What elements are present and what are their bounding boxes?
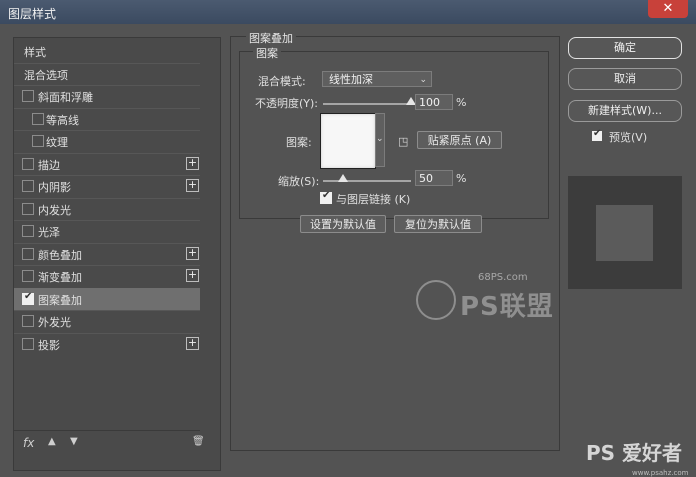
style-item[interactable]: 描边 + [14, 153, 200, 175]
new-preset-icon[interactable]: ◳ [398, 135, 408, 148]
style-preview [568, 176, 682, 289]
style-item-label: 描边 [38, 158, 60, 172]
scale-slider[interactable] [323, 180, 411, 182]
move-down-icon[interactable]: ▼ [70, 436, 78, 447]
link-with-layer-label: 与图层链接 (K) [336, 193, 411, 206]
preview-label: 预览(V) [609, 131, 648, 144]
style-item-label: 外发光 [38, 316, 71, 329]
trash-icon[interactable]: 🗑 [192, 436, 205, 447]
style-item-label: 纹理 [46, 136, 68, 149]
blend-mode-select[interactable]: 线性加深 ⌄ [322, 71, 432, 87]
preview-checkbox[interactable] [592, 128, 602, 141]
style-item[interactable]: 等高线 [14, 108, 200, 130]
style-item-checkbox[interactable] [22, 247, 34, 260]
scale-percent: % [456, 172, 467, 185]
style-item-label: 渐变叠加 [38, 271, 82, 284]
style-item-checkbox[interactable] [22, 157, 34, 170]
add-style-icon[interactable]: + [186, 269, 199, 282]
style-item[interactable]: 纹理 [14, 130, 200, 152]
style-item[interactable]: 渐变叠加 + [14, 265, 200, 287]
style-item-label: 颜色叠加 [38, 248, 82, 262]
reset-default-button[interactable]: 复位为默认值 [394, 215, 482, 233]
style-item-label: 等高线 [46, 113, 79, 127]
style-item-label: 图案叠加 [38, 293, 82, 307]
style-item[interactable]: 投影 + [14, 333, 200, 355]
cancel-button[interactable]: 取消 [568, 68, 682, 90]
style-item-label: 样式 [24, 46, 46, 59]
style-item[interactable]: 内阴影 + [14, 175, 200, 197]
watermark-bottom: PS 爱好者 [586, 441, 683, 465]
blend-mode-value: 线性加深 [329, 73, 373, 86]
style-item-checkbox[interactable] [22, 202, 34, 215]
style-item-checkbox[interactable] [22, 291, 34, 305]
pattern-subgroup-title: 图案 [253, 45, 281, 61]
style-item[interactable]: 颜色叠加 + [14, 243, 200, 265]
style-item-label: 斜面和浮雕 [38, 91, 93, 104]
blend-mode-label: 混合模式: [258, 75, 306, 88]
opacity-input[interactable]: 100 [415, 94, 453, 110]
style-item-checkbox[interactable] [22, 270, 34, 282]
scale-slider-thumb[interactable] [337, 174, 348, 182]
style-item[interactable]: 样式 [14, 40, 200, 62]
fx-icon[interactable]: fx [23, 436, 34, 450]
style-list-footer: fx ▲ ▼ 🗑 [14, 430, 205, 457]
close-button[interactable]: ✕ [648, 0, 688, 18]
opacity-slider[interactable] [323, 103, 411, 105]
add-style-icon[interactable]: + [186, 156, 199, 170]
scale-input[interactable]: 50 [415, 170, 453, 186]
style-item-checkbox[interactable] [32, 135, 44, 147]
style-item[interactable]: 光泽 [14, 220, 200, 242]
link-with-layer-checkbox[interactable]: 与图层链接 (K) [311, 187, 431, 209]
new-style-button[interactable]: 新建样式(W)... [568, 100, 682, 122]
style-item-checkbox[interactable] [22, 315, 34, 327]
watermark-logo-icon [416, 280, 456, 320]
style-item-checkbox[interactable] [22, 337, 34, 350]
style-item-checkbox[interactable] [32, 112, 44, 125]
watermark-site: 68PS.com [478, 272, 528, 283]
layer-style-dialog: 样式混合选项斜面和浮雕等高线纹理描边 + 内阴影 + 内发光光泽颜色叠加 + 渐变叠加 + 图案… [0, 24, 696, 477]
watermark-logo-text: PS联盟 [460, 292, 554, 322]
add-style-icon[interactable]: + [186, 246, 199, 260]
ok-button[interactable]: 确定 [568, 37, 682, 59]
set-default-button[interactable]: 设置为默认值 [300, 215, 386, 233]
opacity-percent: % [456, 96, 467, 109]
style-list: 样式混合选项斜面和浮雕等高线纹理描边 + 内阴影 + 内发光光泽颜色叠加 + 渐变叠加 + 图案… [13, 37, 221, 471]
chevron-down-icon: ⌄ [376, 134, 384, 144]
style-item-checkbox[interactable] [22, 180, 34, 192]
pattern-label: 图案: [286, 136, 312, 149]
link-checkbox-box[interactable] [320, 190, 332, 204]
style-item-label: 内发光 [38, 203, 71, 217]
style-item-label: 投影 [38, 338, 60, 352]
pattern-picker-button[interactable]: ⌄ [375, 113, 385, 167]
move-up-icon[interactable]: ▲ [48, 436, 56, 447]
chevron-down-icon: ⌄ [419, 75, 427, 85]
style-item-label: 混合选项 [24, 68, 68, 82]
style-preview-swatch [596, 205, 653, 261]
style-item[interactable]: 图案叠加 [14, 287, 200, 310]
style-item[interactable]: 外发光 [14, 310, 200, 332]
style-item[interactable]: 斜面和浮雕 [14, 85, 200, 107]
watermark-bottom-url: www.psahz.com [632, 469, 689, 477]
style-item-label: 光泽 [38, 226, 60, 239]
title-bar: 图层样式 ✕ [0, 0, 696, 24]
style-item-checkbox[interactable] [22, 90, 34, 102]
pattern-overlay-title: 图案叠加 [246, 30, 296, 46]
pattern-swatch[interactable] [320, 113, 376, 169]
style-item[interactable]: 内发光 [14, 198, 200, 220]
window-title: 图层样式 [8, 7, 57, 21]
style-item-checkbox[interactable] [22, 225, 34, 237]
style-item[interactable]: 混合选项 [14, 63, 200, 85]
add-style-icon[interactable]: + [186, 336, 199, 350]
style-item-label: 内阴影 [38, 181, 71, 194]
opacity-label: 不透明度(Y): [255, 97, 319, 110]
add-style-icon[interactable]: + [186, 179, 199, 192]
snap-to-origin-button[interactable]: 贴紧原点 (A) [417, 131, 502, 149]
